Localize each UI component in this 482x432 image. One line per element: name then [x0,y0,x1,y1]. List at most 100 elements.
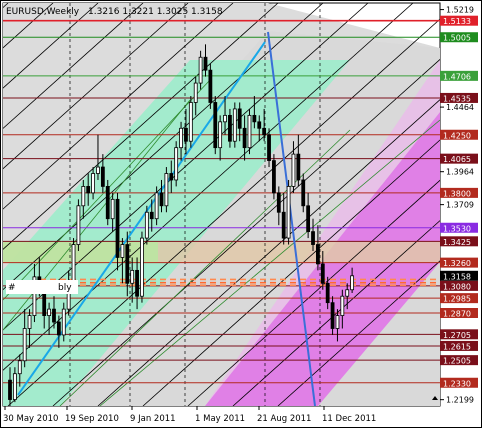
candle-body-36 [184,127,188,142]
candle-body-51 [257,121,262,129]
candle-body-60 [301,179,306,207]
y-tick-label-3: 1.3709 [446,201,474,210]
candle-body-2 [17,360,22,375]
level-label-4: 1.4250 [443,131,471,140]
chart-window: 1.5133 1.5005 1.4706 1.4535 1.4250 1.4065 1.38… [0,0,482,428]
candle-body-46 [232,108,237,142]
x-tick-label-1: 19 Sep 2010 [65,414,119,424]
level-label-11: 1.3080 [443,282,471,291]
candle-body-29 [149,211,154,220]
header-text: EURUSD,Weekly 1.3216 1.3221 1.3025 1.315… [6,7,223,17]
level-label-1: 1.5005 [443,34,471,43]
candle-body-23 [120,244,125,258]
candle-body-0 [8,379,12,400]
candle-body-63 [316,244,320,265]
marker-hash: # [8,283,16,293]
price-chart: 1.5133 1.5005 1.4706 1.4535 1.4250 1.4065 1.38… [0,0,482,428]
level-label-6: 1.3800 [443,189,471,198]
candle-body-30 [154,192,159,220]
candle-body-13 [71,244,76,284]
candle-body-41 [208,69,213,103]
candle-body-17 [91,173,95,194]
candle-body-31 [159,192,164,207]
candle-body-66 [330,302,335,329]
y-tick-label-2: 1.3964 [446,168,474,177]
candle-body-1 [12,373,17,400]
candle-body-37 [188,102,193,142]
candle-body-39 [198,56,203,84]
candle-body-61 [306,205,311,233]
candle-body-47 [237,108,242,129]
x-tick-label-3: 1 May 2011 [195,414,245,424]
marker-label: bly [58,283,72,293]
level-label-9: 1.3260 [443,259,471,268]
candle-body-11 [61,308,66,336]
level-label-13: 1.2870 [443,310,471,319]
candle-body-21 [110,198,115,220]
candle-body-52 [262,127,267,136]
candle-body-49 [247,114,252,149]
candle-body-9 [52,308,56,323]
level-label-15: 1.2615 [443,342,471,351]
candle-body-22 [115,198,120,258]
x-tick-label-0: 30 May 2010 [3,414,58,424]
candle-body-69 [345,289,350,297]
chart-ohlc: 1.3216 1.3221 1.3025 1.3158 [88,7,223,17]
x-tick-label-2: 9 Jan 2011 [130,414,176,424]
candle-body-67 [335,315,340,329]
level-label-2: 1.4706 [443,72,471,81]
candle-body-62 [311,231,315,245]
candle-body-64 [320,263,325,284]
candle-body-4 [27,315,32,329]
candle-body-43 [218,121,223,149]
candle-body-28 [144,211,149,239]
candle-body-33 [169,173,174,181]
candle-body-32 [164,173,169,207]
level-label-0: 1.5133 [443,17,471,26]
candle-body-48 [242,127,247,149]
candle-body-68 [340,295,345,316]
chart-symbol-period: EURUSD,Weekly [6,7,80,17]
level-label-3: 1.4535 [443,94,471,103]
candle-body-8 [47,308,51,316]
candle-body-16 [86,186,91,194]
level-label-7: 1.3530 [443,224,471,233]
candle-body-20 [105,186,110,220]
candle-body-50 [252,114,257,123]
candle-body-42 [213,102,218,149]
candle-body-3 [22,328,27,362]
level-label-14: 1.2705 [443,331,471,340]
y-tick-label-0: 1.5219 [446,6,474,15]
candle-body-45 [228,114,232,142]
candle-body-70 [350,275,355,291]
candle-body-38 [193,82,198,103]
candle-body-58 [291,153,296,187]
candle-body-18 [96,166,100,174]
x-tick-label-4: 21 Aug 2011 [257,414,311,424]
candle-body-57 [286,186,291,239]
x-tick-label-5: 11 Dec 2011 [322,414,376,424]
candle-body-40 [203,56,208,71]
candle-body-26 [135,269,139,297]
candle-body-14 [76,205,81,245]
candle-body-44 [223,114,227,123]
candle-body-59 [296,153,301,181]
candle-body-65 [325,282,330,304]
y-tick-label-4: 1.2199 [446,396,474,405]
level-label-5: 1.4065 [443,155,471,164]
candle-body-53 [267,134,271,161]
level-label-16: 1.2505 [443,357,471,366]
level-label-12: 1.2985 [443,295,471,304]
candle-body-55 [276,192,281,213]
candle-body-10 [56,321,61,336]
level-label-10: 1.3158 [443,272,471,281]
candle-body-56 [281,211,286,239]
candle-body-15 [81,186,86,207]
level-label-8: 1.3425 [443,238,471,247]
candle-body-34 [174,147,179,181]
candle-body-54 [272,160,276,194]
y-tick-label-1: 1.4464 [446,103,474,112]
candle-body-27 [140,237,144,297]
candle-body-24 [125,244,130,284]
candle-body-35 [179,127,183,149]
